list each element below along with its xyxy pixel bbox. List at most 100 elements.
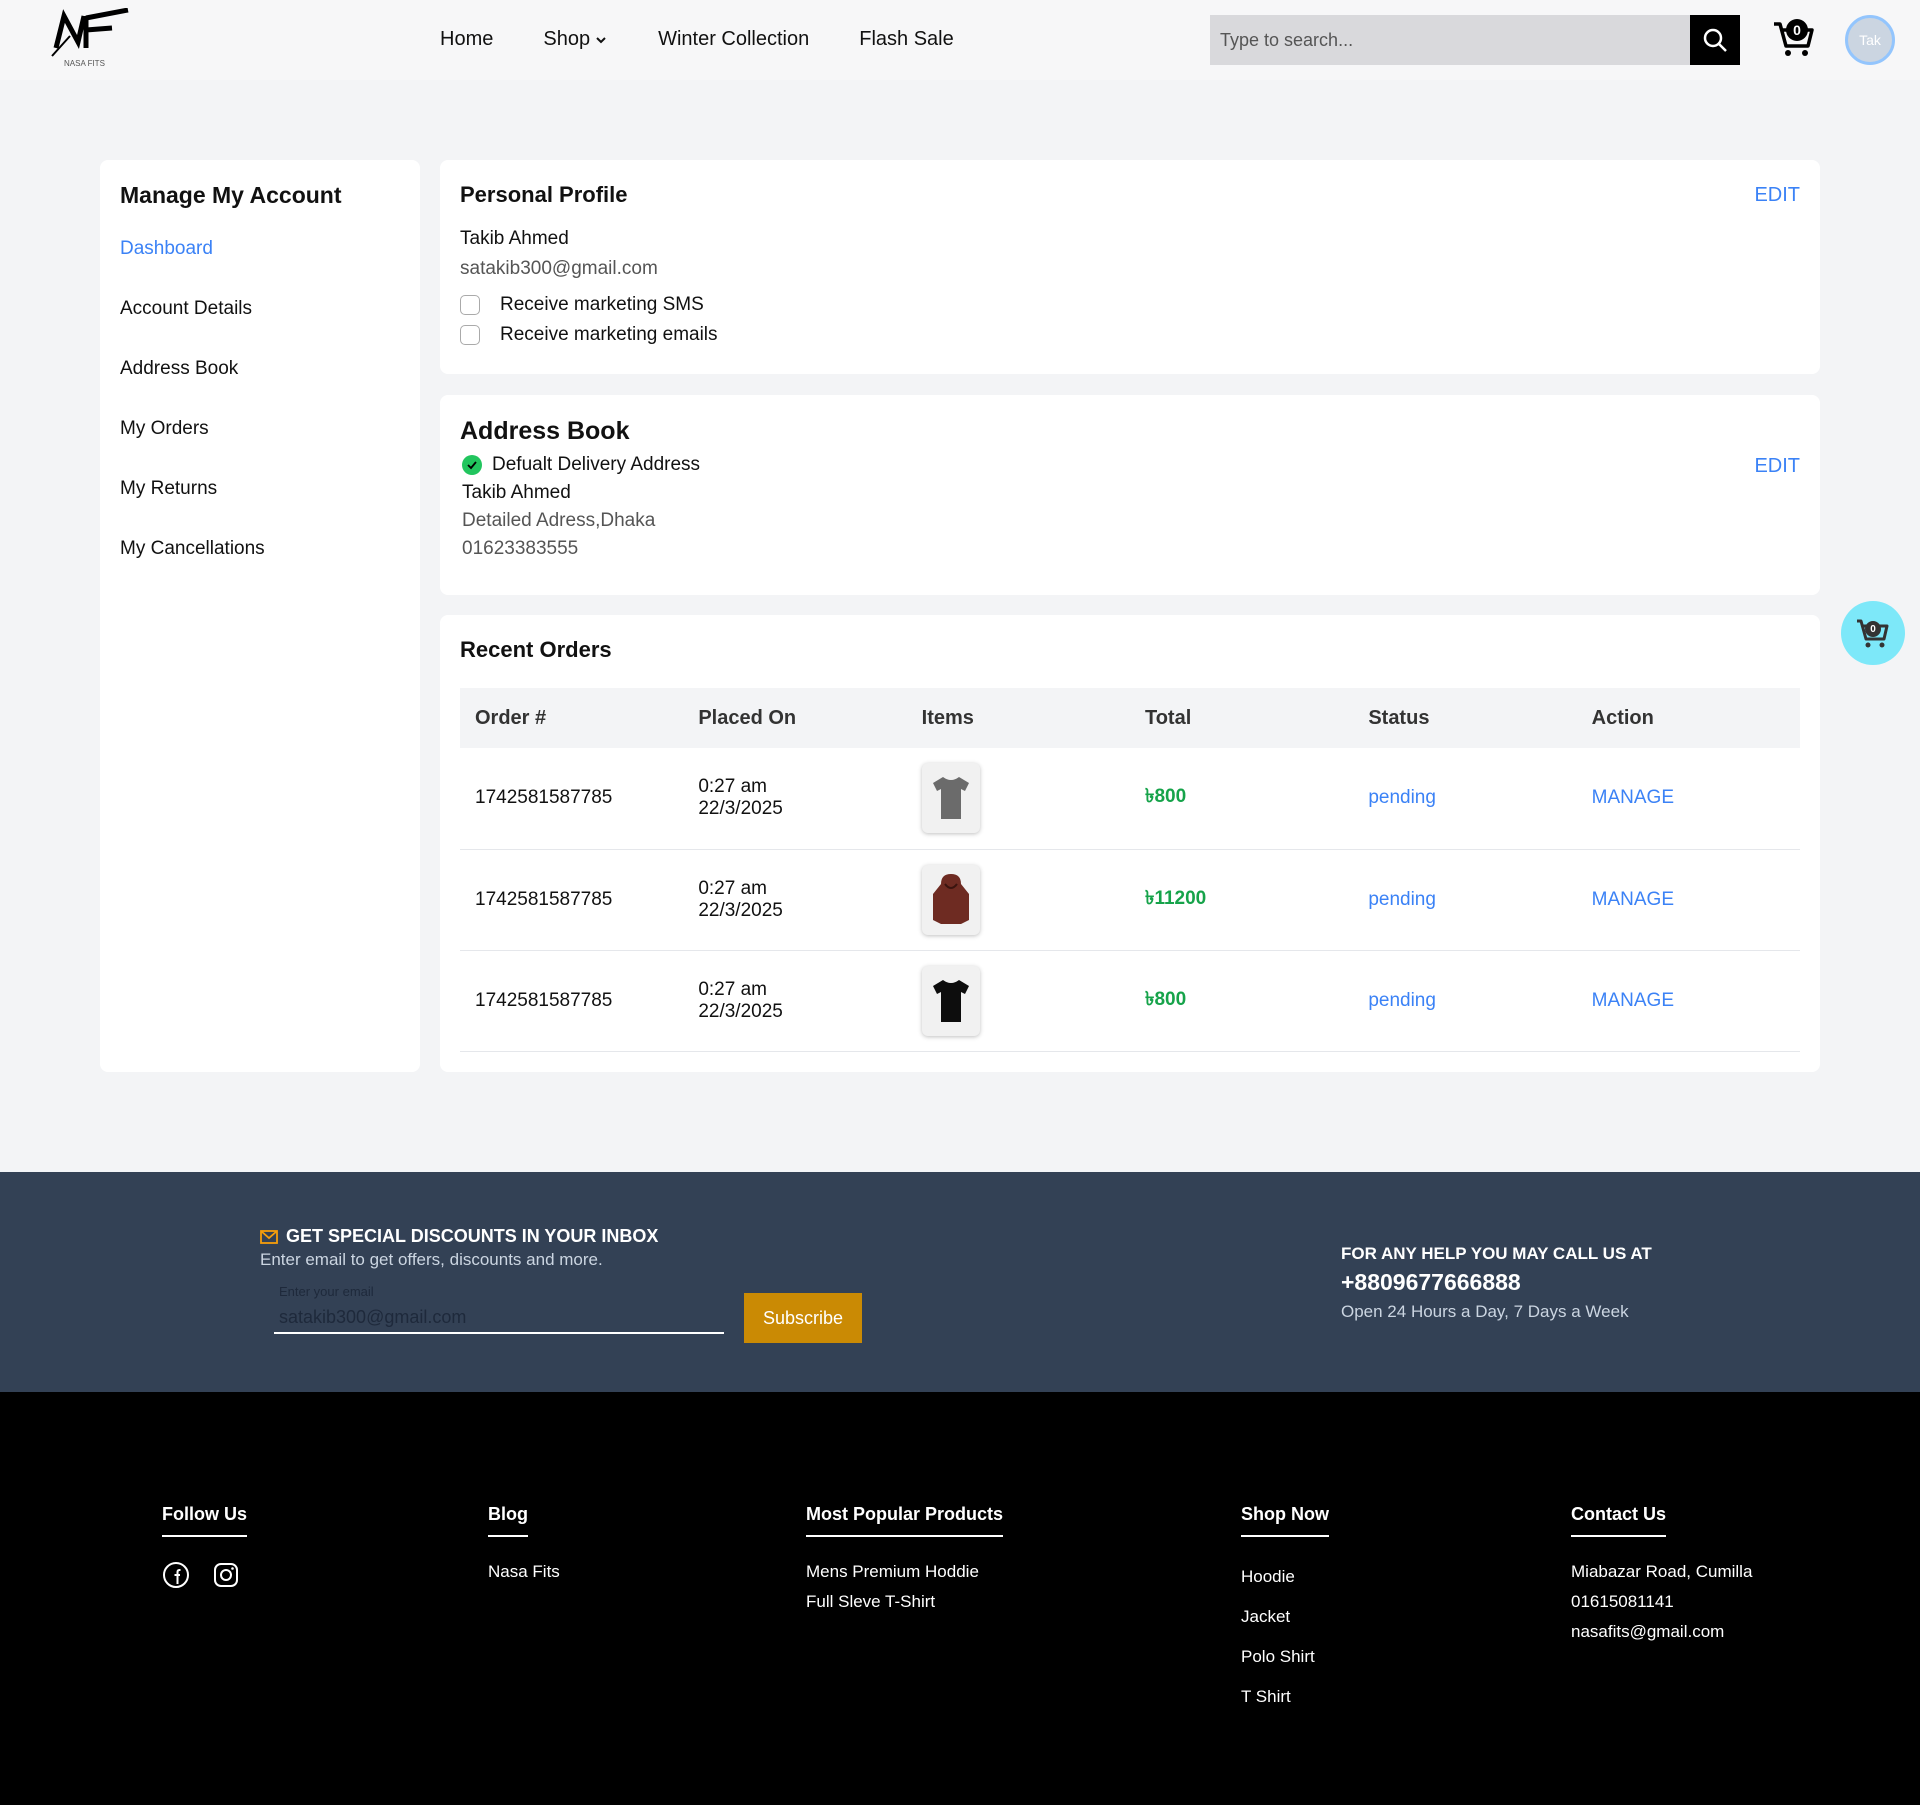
sidebar-item-account-details[interactable]: Account Details <box>120 297 400 357</box>
newsletter-subtitle: Enter email to get offers, discounts and… <box>260 1250 603 1269</box>
contact-phone[interactable]: 01615081141 <box>1571 1587 1752 1617</box>
nav-shop[interactable]: Shop <box>543 28 608 51</box>
sidebar-item-address-book[interactable]: Address Book <box>120 357 400 417</box>
manage-button[interactable]: MANAGE <box>1576 849 1800 951</box>
footer-link[interactable]: Full Sleve T-Shirt <box>806 1587 1003 1617</box>
newsletter-title-text: GET SPECIAL DISCOUNTS IN YOUR INBOX <box>286 1226 659 1246</box>
orders-title: Recent Orders <box>460 637 612 662</box>
product-thumbnail[interactable] <box>921 965 980 1036</box>
order-total: ৳800 <box>1129 950 1354 1052</box>
floating-cart-button[interactable]: 0 <box>1841 601 1905 665</box>
footer-popular-title: Most Popular Products <box>806 1504 1004 1537</box>
top-header: NASA FITS Home Shop Winter Collection Fl… <box>0 0 1920 80</box>
col-status: Status <box>1368 706 1430 729</box>
order-placed: 0:27 am 22/3/2025 <box>683 849 907 951</box>
grey-tshirt-icon <box>932 777 969 820</box>
orders-table: Order # Placed On Items Total Status Act… <box>460 688 1800 1052</box>
address-name: Takib Ahmed <box>462 482 571 503</box>
sidebar-item-dashboard[interactable]: Dashboard <box>120 237 400 297</box>
facebook-icon[interactable] <box>162 1561 190 1589</box>
footer-follow: Follow Us <box>162 1504 262 1589</box>
floating-cart-count: 0 <box>1865 621 1881 637</box>
manage-button[interactable]: MANAGE <box>1576 950 1800 1052</box>
footer-link[interactable]: Hoodie <box>1241 1557 1329 1597</box>
footer-contact-title: Contact Us <box>1571 1504 1667 1537</box>
brand-logo[interactable]: NASA FITS <box>50 7 132 70</box>
order-total: ৳11200 <box>1129 849 1354 951</box>
table-row: 1742581587785 0:27 am 22/3/2025 ৳11200 pe… <box>460 849 1800 951</box>
order-id: 1742581587785 <box>460 849 684 951</box>
footer-blog: Blog Nasa Fits <box>488 1504 560 1587</box>
nav-home-label: Home <box>440 28 494 50</box>
cart-count-badge: 0 <box>1786 19 1808 41</box>
address-phone: 01623383555 <box>462 538 579 559</box>
footer-link[interactable]: T Shirt <box>1241 1677 1329 1717</box>
subscribe-button[interactable]: Subscribe <box>744 1293 862 1343</box>
order-id: 1742581587785 <box>460 748 684 850</box>
footer-blog-title: Blog <box>488 1504 528 1537</box>
product-thumbnail[interactable] <box>921 763 980 834</box>
order-placed: 0:27 am 22/3/2025 <box>683 748 907 850</box>
sidebar-item-my-orders[interactable]: My Orders <box>120 417 400 477</box>
search-icon <box>1703 28 1727 52</box>
search-input[interactable] <box>1210 15 1690 65</box>
order-status: pending <box>1353 950 1577 1052</box>
product-thumbnail[interactable] <box>921 864 980 935</box>
cart-button[interactable]: 0 <box>1772 16 1816 60</box>
address-edit-link[interactable]: EDIT <box>1754 455 1800 478</box>
svg-text:NASA FITS: NASA FITS <box>64 59 105 68</box>
mail-icon <box>260 1229 278 1244</box>
order-placed: 0:27 am 22/3/2025 <box>683 950 907 1052</box>
order-time: 0:27 am <box>698 776 767 798</box>
col-total: Total <box>1144 706 1192 729</box>
manage-button[interactable]: MANAGE <box>1576 748 1800 850</box>
order-date: 22/3/2025 <box>698 899 783 921</box>
order-status: pending <box>1353 849 1577 951</box>
default-address-label: Defualt Delivery Address <box>492 454 701 475</box>
email-checkbox[interactable] <box>460 325 480 345</box>
col-placed-on: Placed On <box>698 706 797 729</box>
footer-shop: Shop Now Hoodie Jacket Polo Shirt T Shir… <box>1241 1504 1329 1717</box>
newsletter-title: GET SPECIAL DISCOUNTS IN YOUR INBOX <box>260 1226 658 1247</box>
sidebar-item-my-returns[interactable]: My Returns <box>120 477 400 537</box>
contact-email[interactable]: nasafits@gmail.com <box>1571 1617 1752 1647</box>
sidebar-item-my-cancellations[interactable]: My Cancellations <box>120 537 400 597</box>
order-total: ৳800 <box>1129 748 1354 850</box>
main-nav: Home Shop Winter Collection Flash Sale <box>440 28 1004 51</box>
black-tshirt-icon <box>932 979 969 1022</box>
order-time: 0:27 am <box>698 877 767 899</box>
newsletter-section: GET SPECIAL DISCOUNTS IN YOUR INBOX Ente… <box>0 1172 1920 1392</box>
profile-edit-link[interactable]: EDIT <box>1754 184 1800 207</box>
order-date: 22/3/2025 <box>698 798 783 820</box>
nav-shop-label: Shop <box>543 28 591 50</box>
order-items <box>906 748 1130 850</box>
footer-link[interactable]: Polo Shirt <box>1241 1637 1329 1677</box>
default-address-row: Defualt Delivery Address <box>462 454 1800 476</box>
contact-address: Miabazar Road, Cumilla <box>1571 1562 1753 1581</box>
nav-flash-sale[interactable]: Flash Sale <box>859 28 954 51</box>
newsletter-input-label: Enter your email <box>279 1284 374 1299</box>
order-items <box>906 950 1130 1052</box>
help-title: FOR ANY HELP YOU MAY CALL US AT <box>1341 1244 1652 1263</box>
footer-contact: Contact Us Miabazar Road, Cumilla 016150… <box>1571 1504 1752 1647</box>
footer-link[interactable]: Nasa Fits <box>488 1557 560 1587</box>
footer-link[interactable]: Mens Premium Hoddie <box>806 1557 1003 1587</box>
search-button[interactable] <box>1690 15 1740 65</box>
order-time: 0:27 am <box>698 978 767 1000</box>
footer-link[interactable]: Jacket <box>1241 1597 1329 1637</box>
instagram-icon[interactable] <box>212 1561 240 1589</box>
check-circle-icon <box>462 455 482 475</box>
order-id: 1742581587785 <box>460 950 684 1052</box>
nav-home[interactable]: Home <box>440 28 493 51</box>
help-phone[interactable]: +8809677666888 <box>1341 1269 1521 1296</box>
sms-checkbox[interactable] <box>460 295 480 315</box>
nav-winter-collection[interactable]: Winter Collection <box>658 28 809 51</box>
nav-flash-label: Flash Sale <box>859 28 954 50</box>
sms-option-label: Receive marketing SMS <box>500 294 704 315</box>
col-action: Action <box>1591 706 1654 729</box>
avatar[interactable]: Tak <box>1845 15 1895 65</box>
newsletter-email-field[interactable]: satakib300@gmail.com <box>274 1300 724 1334</box>
order-items <box>906 849 1130 951</box>
sms-option: Receive marketing SMS <box>460 294 1800 316</box>
social-links <box>162 1561 262 1589</box>
